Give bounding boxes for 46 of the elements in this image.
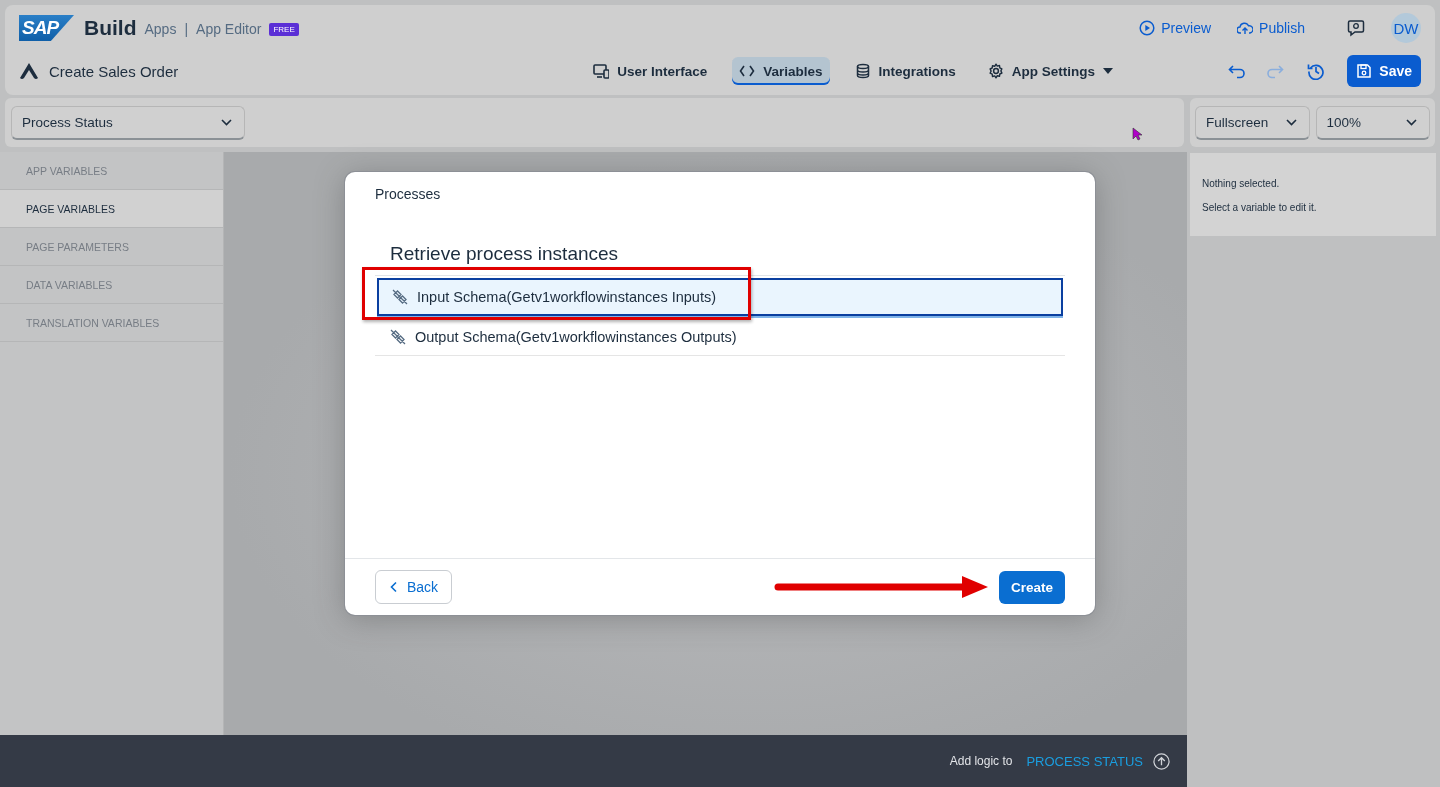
dialog-title: Processes [374, 185, 442, 202]
history-icon[interactable] [1307, 62, 1326, 80]
save-button[interactable]: Save [1347, 55, 1421, 87]
preview-link[interactable]: Preview [1139, 20, 1212, 36]
view-select[interactable]: Fullscreen [1195, 105, 1310, 140]
breadcrumb-item[interactable]: App Editor [196, 21, 262, 37]
app-title: Create Sales Order [49, 62, 179, 80]
user-avatar[interactable]: DW [1391, 13, 1421, 43]
devices-icon [593, 63, 610, 79]
cursor-icon [1132, 127, 1142, 141]
logic-target-link[interactable]: PROCESS STATUS [1026, 753, 1143, 769]
page-select[interactable]: Process Status [11, 105, 245, 140]
chat-icon[interactable] [1347, 19, 1365, 37]
tab[interactable]: App Settings [980, 57, 1121, 85]
view-select[interactable]: 100% [1315, 105, 1430, 140]
link-off-icon [389, 327, 407, 346]
back-button[interactable]: Back [375, 570, 453, 604]
section-heading: Retrieve process instances [389, 242, 620, 265]
plan-badge: FREE [269, 23, 299, 36]
arrow-up-icon[interactable] [1153, 752, 1170, 770]
link-off-icon [391, 288, 409, 306]
settings-icon [987, 63, 1004, 79]
logic-label: Add logic to [949, 754, 1013, 768]
app-icon [19, 62, 39, 80]
code-icon [739, 63, 756, 79]
sap-logo: SAP [19, 15, 74, 41]
chevron-left-icon [389, 581, 399, 593]
list-item[interactable]: Output Schema(Getv1workflowinstances Outputs) [375, 318, 1065, 356]
publish-link[interactable]: Publish [1237, 20, 1305, 36]
product-name: Build [84, 16, 137, 40]
details-text: Select a variable to edit it. [1202, 202, 1318, 213]
sidebar-item[interactable]: PAGE VARIABLES [0, 190, 223, 228]
tab[interactable]: Integrations [847, 57, 963, 85]
undo-icon[interactable] [1227, 62, 1246, 80]
details-text: Nothing selected. [1202, 178, 1281, 189]
tab[interactable]: User Interface [586, 57, 715, 85]
play-icon [1139, 20, 1156, 36]
list-item[interactable]: Input Schema(Getv1workflowinstances Inputs) [377, 278, 1063, 316]
breadcrumb-separator: | [184, 21, 189, 37]
dropdown-icon [1103, 67, 1114, 75]
create-button[interactable]: Create [998, 570, 1065, 604]
breadcrumb-item[interactable]: Apps [144, 21, 177, 37]
tab[interactable]: Variables [732, 57, 830, 85]
save-icon [1356, 63, 1373, 79]
database-icon [854, 63, 871, 79]
cloud-upload-icon [1237, 20, 1254, 36]
